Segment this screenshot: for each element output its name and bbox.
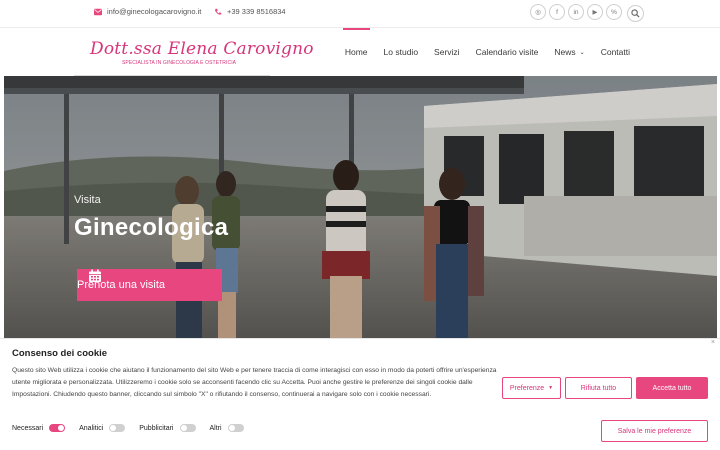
top-bar: info@ginecologacarovigno.it +39 339 8516… (0, 0, 720, 28)
toggle-pubblicitari: Pubblicitari (139, 424, 196, 432)
logo-script: Dott.ssa Elena Carovigno (90, 39, 314, 59)
phone-text[interactable]: +39 339 8516834 (227, 7, 286, 16)
logo-tagline: SPECIALISTA IN GINECOLOGIA E OSTETRICIA (122, 60, 237, 66)
reject-label: Rifiuta tutto (580, 384, 617, 392)
email-text[interactable]: info@ginecologacarovigno.it (107, 7, 201, 16)
caret-down-icon: ▼ (548, 385, 554, 391)
book-visit-button[interactable]: Prenota una visita (77, 269, 222, 301)
toggle-switch[interactable] (179, 424, 196, 432)
nav-item-news[interactable]: News ⌄ (546, 28, 592, 76)
chevron-down-icon: ⌄ (579, 49, 585, 56)
facebook-icon[interactable]: f (549, 4, 565, 20)
main-nav: Home Lo studio Servizi Calendario visite… (337, 28, 638, 76)
cookie-text: Questo sito Web utilizza i cookie che ai… (12, 367, 497, 399)
toggle-label: Altri (209, 424, 222, 432)
calendar-icon (89, 269, 101, 282)
link-icon[interactable]: % (606, 4, 622, 20)
phone-contact[interactable]: +39 339 8516834 (214, 7, 286, 16)
nav-label: Lo studio (383, 47, 419, 57)
cookie-toggles: Necessari Analitici Pubblicitari Altri (12, 424, 258, 432)
close-icon[interactable]: × (711, 339, 715, 346)
toggle-label: Analitici (79, 424, 104, 432)
envelope-icon (94, 8, 102, 15)
toggle-necessari: Necessari (12, 424, 66, 432)
nav-item-home[interactable]: Home (337, 28, 376, 76)
nav-label: Servizi (434, 47, 460, 57)
hero-kicker: Visita (74, 194, 101, 206)
toggle-switch[interactable] (109, 424, 126, 432)
toggle-switch[interactable] (227, 424, 244, 432)
nav-item-contatti[interactable]: Contatti (593, 28, 638, 76)
social-links: ◎ f in ▶% (530, 4, 622, 20)
nav-label: Home (344, 47, 368, 57)
nav-label: Calendario visite (475, 47, 539, 57)
toggle-switch[interactable] (49, 424, 66, 432)
phone-icon (214, 8, 222, 15)
instagram-icon[interactable]: ◎ (530, 4, 546, 20)
toggle-analitici: Analitici (79, 424, 126, 432)
youtube-icon[interactable]: ▶ (587, 4, 603, 20)
nav-item-calendario-visite[interactable]: Calendario visite (468, 28, 547, 76)
cookie-banner: × Consenso dei cookie Questo sito Web ut… (0, 338, 720, 450)
preferences-button[interactable]: Preferenze ▼ (502, 377, 561, 399)
search-icon (631, 9, 640, 18)
accept-label: Accetta tutto (652, 384, 692, 392)
toggle-label: Pubblicitari (139, 424, 174, 432)
save-preferences-button[interactable]: Salva le mie preferenze (601, 420, 708, 442)
toggle-label: Necessari (12, 424, 44, 432)
hero-title: Ginecologica (74, 214, 229, 241)
reject-all-button[interactable]: Rifiuta tutto (565, 377, 632, 399)
site-logo[interactable]: Dott.ssa Elena Carovigno SPECIALISTA IN … (74, 36, 314, 76)
preferences-label: Preferenze (509, 384, 545, 392)
search-button[interactable] (627, 5, 644, 22)
toggle-altri: Altri (210, 424, 244, 432)
accept-all-button[interactable]: Accetta tutto (636, 377, 708, 399)
linkedin-icon[interactable]: in (568, 4, 584, 20)
nav-item-servizi[interactable]: Servizi (426, 28, 468, 76)
hero-banner: Visita Ginecologica Prenota una visita (4, 76, 717, 338)
nav-label: News (554, 47, 576, 57)
cookie-title: Consenso dei cookie (12, 348, 108, 359)
email-contact[interactable]: info@ginecologacarovigno.it (94, 7, 201, 16)
save-preferences-label: Salva le mie preferenze (617, 427, 692, 435)
nav-item-lo-studio[interactable]: Lo studio (376, 28, 427, 76)
nav-label: Contatti (600, 47, 630, 57)
